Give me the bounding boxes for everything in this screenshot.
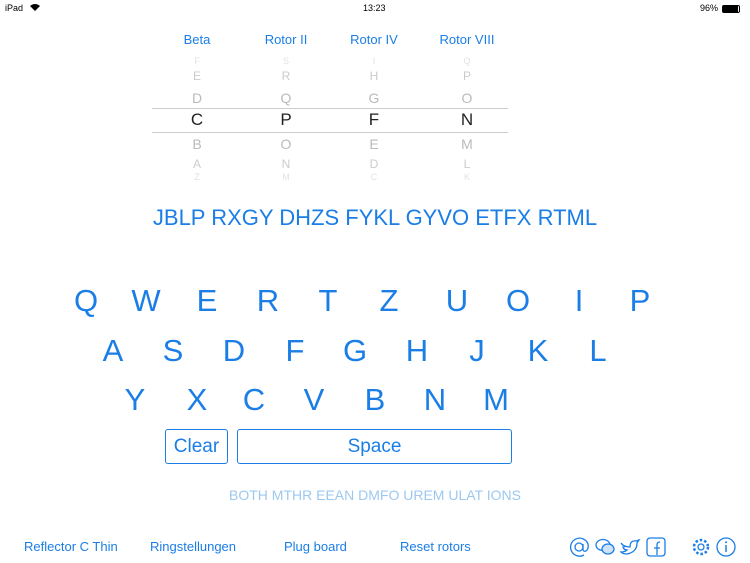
rotor-letter[interactable]: L xyxy=(427,157,507,171)
rotor-header: Rotor IV xyxy=(350,32,398,47)
key[interactable]: T xyxy=(303,283,353,319)
battery-percent: 96% xyxy=(700,3,719,13)
input-text: BOTH MTHR EEAN DMFO UREM ULAT IONS xyxy=(229,487,521,503)
key[interactable]: A xyxy=(88,333,138,369)
wifi-icon xyxy=(30,3,40,13)
key[interactable]: U xyxy=(432,283,482,319)
output-text: JBLP RXGY DHZS FYKL GYVO ETFX RTML xyxy=(152,205,598,230)
rotor-letter[interactable]: D xyxy=(334,157,414,171)
rotor-letter[interactable]: Q xyxy=(246,90,326,106)
rotor-letter[interactable]: R xyxy=(246,69,326,83)
twitter-icon[interactable] xyxy=(619,536,641,558)
key[interactable]: X xyxy=(172,382,222,418)
key[interactable]: S xyxy=(148,333,198,369)
plug-board-button[interactable]: Plug board xyxy=(284,539,347,554)
rotor-selected-letter[interactable]: C xyxy=(157,110,237,130)
clock: 13:23 xyxy=(363,3,386,13)
gear-icon[interactable] xyxy=(690,536,712,558)
rotor-selected-letter[interactable]: P xyxy=(246,110,326,130)
key[interactable]: V xyxy=(289,382,339,418)
rotor-letter[interactable]: C xyxy=(334,172,414,182)
key[interactable]: W xyxy=(121,283,171,319)
rotor-header: Rotor VIII xyxy=(439,32,495,47)
key[interactable]: E xyxy=(182,283,232,319)
rotor-letter[interactable]: D xyxy=(157,90,237,106)
key[interactable]: B xyxy=(350,382,400,418)
reflector-button[interactable]: Reflector C Thin xyxy=(24,539,118,554)
rotor-letter[interactable]: O xyxy=(246,136,326,152)
picker-divider xyxy=(152,108,508,109)
picker-divider xyxy=(152,132,508,133)
rotor-letter[interactable]: B xyxy=(157,136,237,152)
battery-icon xyxy=(722,5,740,13)
key[interactable]: F xyxy=(270,333,320,369)
ringstellungen-button[interactable]: Ringstellungen xyxy=(150,539,236,554)
device-label: iPad xyxy=(5,3,24,13)
key[interactable]: L xyxy=(573,333,623,369)
key[interactable]: P xyxy=(615,283,665,319)
space-button[interactable]: Space xyxy=(237,429,512,464)
rotor-header: Rotor II xyxy=(264,32,308,47)
key[interactable]: H xyxy=(392,333,442,369)
rotor-letter[interactable]: A xyxy=(157,157,237,171)
clear-button[interactable]: Clear xyxy=(165,429,228,464)
rotor-letter[interactable]: F xyxy=(157,56,237,66)
rotor-selected-letter[interactable]: F xyxy=(334,110,414,130)
key[interactable]: I xyxy=(554,283,604,319)
rotor-letter[interactable]: N xyxy=(246,157,326,171)
key[interactable]: J xyxy=(452,333,502,369)
key[interactable]: R xyxy=(243,283,293,319)
info-icon[interactable] xyxy=(715,536,737,558)
rotor-letter[interactable]: G xyxy=(334,90,414,106)
rotor-letter[interactable]: I xyxy=(334,56,414,66)
key[interactable]: D xyxy=(209,333,259,369)
rotor-letter[interactable]: M xyxy=(427,136,507,152)
rotor-selected-letter[interactable]: N xyxy=(427,110,507,130)
key[interactable]: Y xyxy=(110,382,160,418)
key[interactable]: N xyxy=(410,382,460,418)
rotor-letter[interactable]: E xyxy=(334,136,414,152)
chat-icon[interactable] xyxy=(594,536,616,558)
rotor-letter[interactable]: P xyxy=(427,69,507,83)
rotor-letter[interactable]: Z xyxy=(157,172,237,182)
key[interactable]: G xyxy=(330,333,380,369)
reset-rotors-button[interactable]: Reset rotors xyxy=(400,539,471,554)
at-icon[interactable] xyxy=(568,536,590,558)
rotor-letter[interactable]: H xyxy=(334,69,414,83)
rotor-letter[interactable]: K xyxy=(427,172,507,182)
rotor-letter[interactable]: E xyxy=(157,69,237,83)
key[interactable]: Z xyxy=(364,283,414,319)
key[interactable]: Q xyxy=(61,283,111,319)
key[interactable]: O xyxy=(493,283,543,319)
rotor-header: Beta xyxy=(183,32,211,47)
rotor-letter[interactable]: O xyxy=(427,90,507,106)
rotor-letter[interactable]: M xyxy=(246,172,326,182)
rotor-letter[interactable]: S xyxy=(246,56,326,66)
key[interactable]: M xyxy=(471,382,521,418)
key[interactable]: C xyxy=(229,382,279,418)
key[interactable]: K xyxy=(513,333,563,369)
facebook-icon[interactable] xyxy=(645,536,667,558)
rotor-letter[interactable]: Q xyxy=(427,56,507,66)
